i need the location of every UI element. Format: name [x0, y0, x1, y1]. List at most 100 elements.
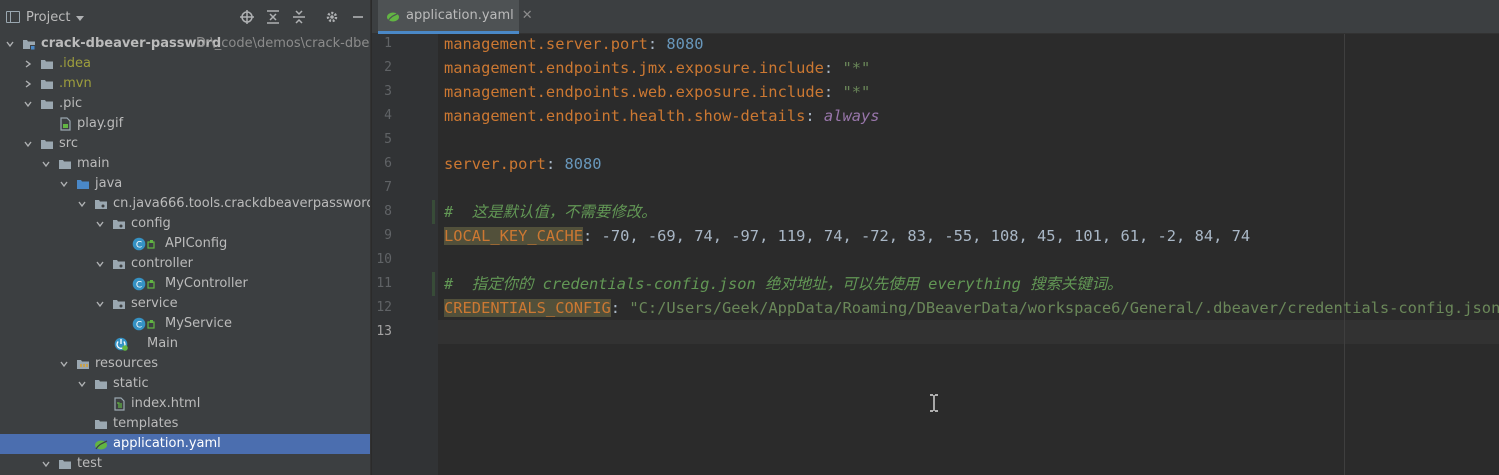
chevron-down-icon[interactable] [42, 460, 50, 468]
vcs-change-marker[interactable] [432, 200, 435, 224]
tree-item-config[interactable]: config [0, 214, 370, 234]
tree-item-label: config [131, 216, 171, 231]
tree-item-templates[interactable]: templates [0, 414, 370, 434]
project-panel-header: Project [0, 0, 370, 34]
chevron-right-icon[interactable] [24, 80, 32, 88]
code-line-2: management.endpoints.jmx.exposure.includ… [444, 56, 870, 80]
chevron-down-icon[interactable] [96, 260, 104, 268]
tree-item-label: play.gif [77, 116, 124, 131]
tree-item-java[interactable]: java [0, 174, 370, 194]
tree-item-service[interactable]: service [0, 294, 370, 314]
chevron-down-icon[interactable] [78, 200, 86, 208]
yaml-key: management.endpoints.jmx.exposure.includ… [444, 59, 824, 77]
tree-item-controller[interactable]: controller [0, 254, 370, 274]
yaml-comment: # 这是默认值，不需要修改。 [444, 203, 657, 221]
code-line-9: LOCAL_KEY_CACHE: -70, -69, 74, -97, 119,… [444, 224, 1250, 248]
svg-text:C: C [136, 241, 142, 251]
project-tree: crack-dbeaver-password D:\_code\demos\cr… [0, 34, 370, 474]
code-line-3: management.endpoints.web.exposure.includ… [444, 80, 870, 104]
yaml-key: management.endpoints.web.exposure.includ… [444, 83, 824, 101]
tree-item-application-yaml[interactable]: application.yaml [0, 434, 370, 454]
tree-item-label: main [77, 156, 110, 171]
yaml-number: 8080 [564, 155, 602, 173]
tree-item-play-gif[interactable]: play.gif [0, 114, 370, 134]
chevron-down-icon[interactable] [96, 300, 104, 308]
line-number: 3 [384, 84, 392, 99]
vcs-change-marker[interactable] [432, 272, 435, 296]
folder-icon [40, 77, 54, 91]
chevron-down-icon[interactable] [42, 160, 50, 168]
tree-item-label: templates [113, 416, 179, 431]
chevron-down-icon[interactable] [24, 100, 32, 108]
locate-file-icon[interactable] [239, 9, 255, 25]
yaml-separator: : [823, 59, 843, 77]
project-tool-window: Project crack-dbeaver-password D:\_code\… [0, 0, 371, 475]
package-icon [112, 297, 126, 311]
chevron-down-icon[interactable] [60, 360, 68, 368]
yaml-keyword-value: always [823, 107, 880, 125]
tree-item-label: .mvn [59, 76, 92, 91]
spring-bean-icon [147, 277, 157, 291]
tree-item-label: service [131, 296, 178, 311]
project-panel-icon [6, 11, 20, 23]
yaml-key: LOCAL_KEY_CACHE [444, 227, 583, 245]
editor-area: application.yaml ✕ 1 2 3 4 5 6 7 8 9 10 … [372, 0, 1499, 475]
close-icon[interactable]: ✕ [522, 8, 533, 23]
chevron-down-icon[interactable] [24, 140, 32, 148]
tree-item-package-root[interactable]: cn.java666.tools.crackdbeaverpassword [0, 194, 370, 214]
module-folder-icon [22, 37, 36, 51]
tree-item-index-html[interactable]: index.html [0, 394, 370, 414]
folder-icon [58, 157, 72, 171]
tree-item-mycontroller[interactable]: C MyController [0, 274, 370, 294]
yaml-separator: : [647, 35, 667, 53]
tree-item-static[interactable]: static [0, 374, 370, 394]
line-number: 4 [384, 108, 392, 123]
yaml-separator: : [823, 83, 843, 101]
tree-item-mvn[interactable]: .mvn [0, 74, 370, 94]
line-number: 12 [376, 300, 392, 315]
tree-item-resources[interactable]: resources [0, 354, 370, 374]
folder-icon [40, 137, 54, 151]
html-file-icon [112, 397, 126, 411]
collapse-all-icon[interactable] [291, 9, 307, 25]
resources-folder-icon [76, 357, 90, 371]
chevron-right-icon[interactable] [24, 60, 32, 68]
tree-item-idea[interactable]: .idea [0, 54, 370, 74]
tree-item-label: application.yaml [113, 436, 221, 451]
package-icon [112, 217, 126, 231]
chevron-down-icon[interactable] [60, 180, 68, 188]
spring-yaml-icon [386, 9, 400, 23]
chevron-down-icon[interactable] [96, 220, 104, 228]
line-number: 2 [384, 60, 392, 75]
yaml-separator: : [545, 155, 565, 173]
chevron-down-icon[interactable] [76, 15, 85, 21]
yaml-value: -70, -69, 74, -97, 119, 74, -72, 83, -55… [601, 227, 1251, 245]
tree-item-label: src [59, 136, 78, 151]
tree-item-main-folder[interactable]: main [0, 154, 370, 174]
tree-item-label: .idea [59, 56, 91, 71]
spring-yaml-icon [94, 437, 108, 451]
tab-label: application.yaml [406, 8, 514, 23]
folder-icon [40, 57, 54, 71]
tree-item-apiconfig[interactable]: C APIConfig [0, 234, 370, 254]
class-icon: C [132, 237, 146, 251]
tree-item-main-class[interactable]: Main [0, 334, 370, 354]
tree-item-myservice[interactable]: C MyService [0, 314, 370, 334]
svg-text:C: C [136, 281, 142, 291]
tree-item-label: MyService [165, 316, 232, 331]
yaml-key: management.server.port [444, 35, 648, 53]
project-view-selector[interactable]: Project [26, 10, 70, 25]
expand-all-icon[interactable] [265, 9, 281, 25]
gear-icon[interactable] [324, 9, 340, 25]
chevron-down-icon[interactable] [78, 380, 86, 388]
tree-item-label: resources [95, 356, 159, 371]
tab-application-yaml[interactable]: application.yaml ✕ [378, 0, 533, 34]
tree-item-crack-dbeaver-password[interactable]: crack-dbeaver-password D:\_code\demos\cr… [0, 34, 370, 54]
minimize-icon[interactable] [350, 9, 366, 25]
chevron-down-icon[interactable] [6, 40, 14, 48]
tree-item-pic[interactable]: .pic [0, 94, 370, 114]
tree-item-test[interactable]: test [0, 454, 370, 474]
tree-item-src[interactable]: src [0, 134, 370, 154]
yaml-key: management.endpoint.health.show-details [444, 107, 806, 125]
source-folder-icon [76, 177, 90, 191]
